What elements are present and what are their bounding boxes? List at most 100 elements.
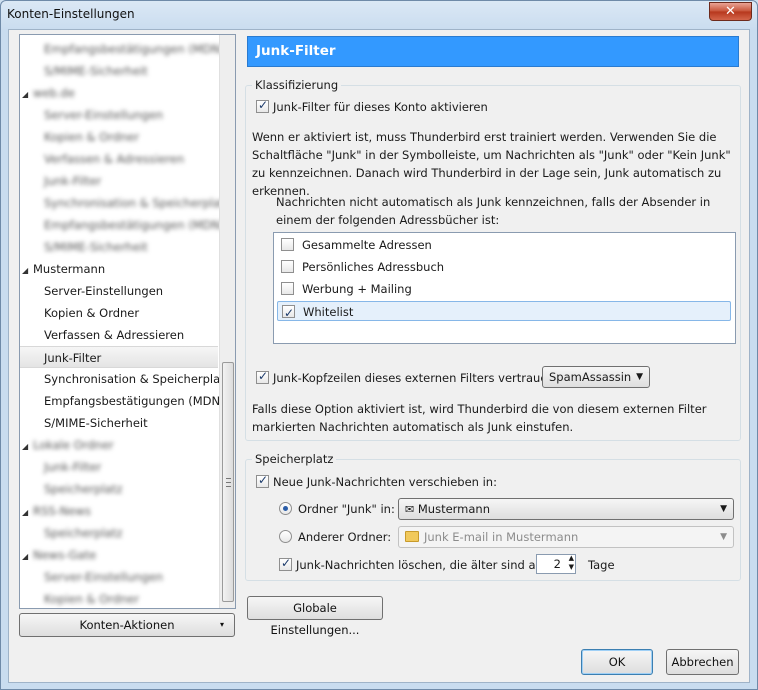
folder-icon (405, 531, 419, 542)
address-book-label: Whitelist (303, 305, 354, 319)
tree-settings-item[interactable]: Speicherplatz (20, 522, 218, 544)
tree-settings-item[interactable]: Junk-Filter (20, 170, 218, 192)
chevron-down-icon: ▼ (720, 532, 727, 542)
tree-settings-item[interactable]: S/MIME-Sicherheit (20, 236, 218, 258)
title-bar[interactable]: Konten-Einstellungen ✕ (1, 1, 757, 29)
tree-item-label: Synchronisation & Speicherplatz (44, 372, 231, 386)
account-actions-button[interactable]: Konten-Aktionen ▾ (19, 613, 235, 637)
account-tree[interactable]: Empfangsbestätigungen (MDN) S/MIME-Sicher… (19, 34, 236, 609)
tree-account-item[interactable]: ◢ Mustermann (20, 258, 218, 280)
move-junk-label: Neue Junk-Nachrichten verschieben in: (273, 475, 497, 489)
tree-settings-item[interactable]: Verfassen & Adressieren (20, 324, 218, 346)
checkbox-box[interactable] (281, 260, 294, 273)
address-book-item[interactable]: Gesammelte Adressen (277, 235, 731, 255)
tree-item-label: Verfassen & Adressieren (44, 152, 185, 166)
junk-folder-account-select[interactable]: ✉ Mustermann ▼ (398, 498, 734, 520)
address-book-item[interactable]: Persönliches Adressbuch (277, 257, 731, 277)
storage-legend: Speicherplatz (252, 452, 337, 466)
trust-headers-checkbox[interactable]: Junk-Kopfzeilen dieses externen Filters … (256, 369, 559, 385)
tree-item-label: Empfangsbestätigungen (MDN) (44, 394, 225, 408)
tree-account-item[interactable]: ◢ News-Gate (20, 544, 218, 566)
ok-button[interactable]: OK (581, 649, 653, 675)
tree-account-item[interactable]: ◢ web.de (20, 82, 218, 104)
close-button[interactable]: ✕ (709, 2, 752, 21)
expand-triangle-icon[interactable]: ◢ (22, 260, 33, 282)
tree-scroll-thumb[interactable] (222, 362, 234, 602)
tree-settings-item[interactable]: S/MIME-Sicherheit (20, 60, 218, 82)
tree-item-label: Empfangsbestätigungen (MDN) (44, 42, 225, 56)
tree-settings-item[interactable]: Empfangsbestätigungen (MDN) (20, 214, 225, 236)
training-info-text: Wenn er aktiviert ist, muss Thunderbird … (252, 130, 731, 198)
tree-settings-item[interactable]: Verfassen & Adressieren (20, 148, 218, 170)
tree-settings-item[interactable]: Junk-Filter (20, 456, 218, 478)
expand-triangle-icon[interactable]: ◢ (22, 84, 33, 106)
tree-settings-item[interactable]: Junk-Filter (20, 346, 218, 368)
stepper-arrows-icon[interactable]: ▲ ▼ (569, 554, 574, 572)
tree-account-item[interactable]: ◢ RSS-News (20, 500, 218, 522)
external-filter-select[interactable]: SpamAssassin ▼ (542, 366, 650, 388)
tree-settings-item[interactable]: Synchronisation & Speicherplatz (20, 192, 231, 214)
checkbox-box[interactable] (279, 556, 292, 571)
tree-item-label: Kopien & Ordner (44, 306, 140, 320)
other-folder-label: Anderer Ordner: (298, 530, 392, 544)
other-folder-value: Junk E-mail in Mustermann (424, 530, 579, 544)
tree-settings-item[interactable]: Synchronisation & Speicherplatz (20, 368, 231, 390)
radio-button[interactable] (279, 530, 292, 543)
expand-triangle-icon[interactable]: ◢ (22, 546, 33, 568)
tree-item-label: Speicherplatz (44, 526, 123, 540)
address-book-item[interactable]: Werbung + Mailing (277, 279, 731, 299)
enable-junk-filter-checkbox[interactable]: Junk-Filter für dieses Konto aktivieren (256, 98, 488, 114)
tree-item-label: Synchronisation & Speicherplatz (44, 196, 231, 210)
checkbox-box[interactable] (256, 98, 269, 113)
storage-group: Speicherplatz Neue Junk-Nachrichten vers… (245, 452, 741, 581)
delete-old-junk-label: Junk-Nachrichten löschen, die älter sind… (296, 558, 545, 572)
other-folder-select[interactable]: Junk E-mail in Mustermann ▼ (398, 526, 734, 548)
delete-old-junk-checkbox[interactable]: Junk-Nachrichten löschen, die älter sind… (279, 556, 545, 572)
expand-triangle-icon[interactable]: ◢ (22, 502, 33, 524)
move-junk-checkbox[interactable]: Neue Junk-Nachrichten verschieben in: (256, 473, 497, 489)
tree-scrollbar[interactable] (219, 35, 235, 608)
tree-settings-item[interactable]: Kopien & Ordner (20, 302, 218, 324)
checkbox-box[interactable] (282, 303, 295, 323)
tree-item-label: web.de (33, 86, 75, 100)
tree-settings-item[interactable]: Kopien & Ordner (20, 588, 218, 608)
address-book-list[interactable]: Gesammelte Adressen Persönliches Adressbu… (273, 232, 736, 344)
trust-headers-label: Junk-Kopfzeilen dieses externen Filters … (273, 371, 559, 385)
checkbox-box[interactable] (256, 369, 269, 384)
tree-settings-item[interactable]: Server-Einstellungen (20, 280, 218, 302)
tree-item-label: S/MIME-Sicherheit (44, 64, 148, 78)
cancel-button[interactable]: Abbrechen (666, 649, 739, 675)
tree-settings-item[interactable]: Server-Einstellungen (20, 104, 218, 126)
address-book-label: Persönliches Adressbuch (302, 260, 445, 274)
expand-triangle-icon[interactable]: ◢ (22, 436, 33, 458)
classification-legend: Klassifizierung (252, 78, 342, 92)
tree-settings-item[interactable]: Speicherplatz (20, 478, 218, 500)
account-icon: ✉ (405, 503, 415, 516)
tree-item-label: Kopien & Ordner (44, 130, 140, 144)
address-book-label: Werbung + Mailing (302, 282, 412, 296)
tree-account-item[interactable]: ◢ Lokale Ordner (20, 434, 218, 456)
settings-window: Konten-Einstellungen ✕ Empfangsbestätigu… (0, 0, 758, 690)
tree-item-label: Server-Einstellungen (44, 284, 164, 298)
other-folder-radio[interactable]: Anderer Ordner: (279, 530, 391, 544)
checkbox-box[interactable] (281, 282, 294, 295)
scroll-grip-line (226, 482, 231, 483)
scroll-grip-line (226, 478, 231, 479)
tree-settings-item[interactable]: Empfangsbestätigungen (MDN) (20, 390, 225, 412)
address-book-item[interactable]: Whitelist (277, 301, 731, 323)
trust-info-text: Falls diese Option aktiviert ist, wird T… (252, 402, 707, 434)
tree-settings-item[interactable]: Server-Einstellungen (20, 566, 218, 588)
tree-item-label: S/MIME-Sicherheit (44, 416, 148, 430)
global-settings-button[interactable]: Globale Einstellungen... (247, 596, 383, 637)
junk-folder-label: Ordner "Junk" in: (298, 502, 395, 516)
tree-settings-item[interactable]: Kopien & Ordner (20, 126, 218, 148)
radio-button[interactable] (279, 502, 292, 515)
tree-item-label: RSS-News (33, 504, 91, 518)
junk-folder-radio[interactable]: Ordner "Junk" in: (279, 502, 395, 516)
delete-days-stepper[interactable]: 2 ▲ ▼ (536, 554, 576, 574)
dialog-client-area: Empfangsbestätigungen (MDN) S/MIME-Sicher… (8, 29, 750, 683)
tree-settings-item[interactable]: Empfangsbestätigungen (MDN) (20, 38, 225, 60)
checkbox-box[interactable] (281, 238, 294, 251)
tree-settings-item[interactable]: S/MIME-Sicherheit (20, 412, 218, 434)
checkbox-box[interactable] (256, 473, 269, 488)
